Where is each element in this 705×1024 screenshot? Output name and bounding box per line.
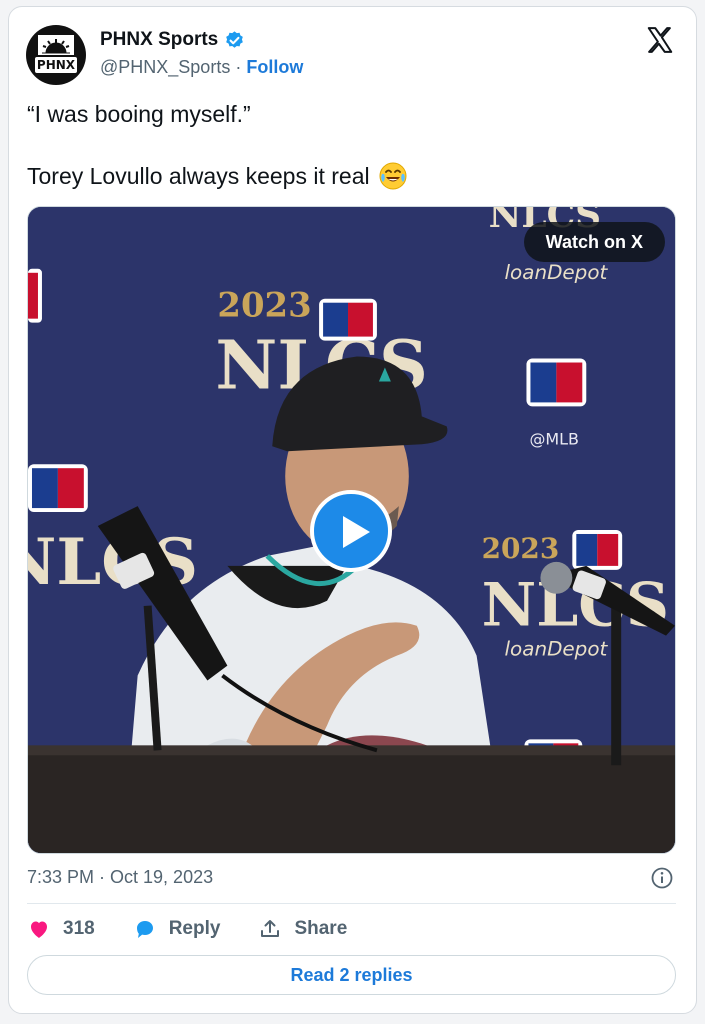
watch-on-x-button[interactable]: Watch on X (523, 222, 665, 262)
share-label: Share (294, 918, 348, 939)
verified-badge-icon (226, 30, 244, 48)
share-upload-icon (261, 920, 280, 937)
reply-bubble-icon (136, 921, 153, 938)
info-icon[interactable] (651, 867, 673, 889)
like-count: 318 (63, 918, 95, 939)
share-button[interactable]: Share (258, 917, 347, 941)
account-handle[interactable]: @PHNX_Sports (100, 57, 230, 77)
reply-button[interactable]: Reply (133, 917, 221, 941)
follow-button[interactable]: Follow (246, 57, 303, 77)
account-name[interactable]: PHNX Sports (100, 29, 218, 51)
x-logo-icon[interactable] (645, 25, 675, 55)
heart-icon (31, 921, 47, 938)
avatar-logo-text: PHNX (36, 58, 76, 72)
backdrop-sponsor-2: loanDepot (505, 261, 609, 284)
video-player[interactable]: 2023 NLCS 2023 NLCS NLCS NLCS loanDepot … (27, 206, 676, 854)
play-button[interactable] (310, 490, 392, 572)
backdrop-year-2: 2023 (482, 532, 560, 565)
handle-row: @PHNX_Sports · Follow (100, 57, 303, 78)
tweet-card: PHNX PHNX Sports @PHNX_Sports · Follow “… (8, 6, 697, 1014)
backdrop-mlb-handle: @MLB (529, 429, 579, 448)
avatar[interactable]: PHNX (26, 25, 86, 85)
tears-of-joy-emoji-icon (379, 162, 407, 190)
play-icon (343, 516, 370, 548)
action-bar: 318 Reply Share (27, 917, 385, 941)
tweet-timestamp[interactable]: 7:33 PM · Oct 19, 2023 (27, 867, 213, 888)
reply-label: Reply (168, 918, 221, 939)
backdrop-sponsor-1: loanDepot (505, 638, 609, 661)
handle-separator: · (230, 57, 247, 77)
divider (27, 903, 676, 904)
sun-logo-icon (38, 35, 74, 55)
account-name-row: PHNX Sports (100, 29, 245, 51)
tweet-text-line2-row: Torey Lovullo always keeps it real (27, 161, 408, 191)
backdrop-year-1: 2023 (217, 285, 311, 325)
like-button[interactable]: 318 (27, 917, 95, 941)
tweet-text-line2: Torey Lovullo always keeps it real (27, 163, 370, 189)
tweet-text-line1: “I was booing myself.” (27, 101, 251, 127)
read-replies-button[interactable]: Read 2 replies (27, 955, 676, 995)
